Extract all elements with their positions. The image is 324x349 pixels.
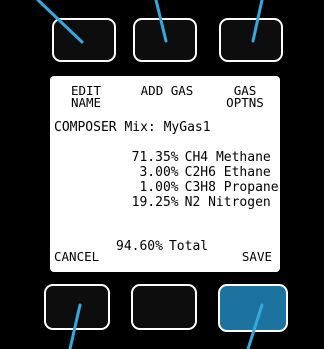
softkey-cancel[interactable]: CANCEL bbox=[54, 250, 99, 264]
component-name: Nitrogen bbox=[208, 195, 271, 210]
bottom-left-hardware-button[interactable] bbox=[44, 284, 110, 330]
component-percent: 19.25% bbox=[131, 195, 179, 210]
softkey-add-gas[interactable]: ADD GAS bbox=[132, 84, 202, 97]
device-panel: EDIT NAME ADD GAS GAS OPTNS COMPOSER Mix… bbox=[0, 0, 324, 349]
bottom-middle-hardware-button[interactable] bbox=[131, 284, 197, 330]
softkey-edit-name[interactable]: EDIT NAME bbox=[54, 84, 118, 109]
component-formula: N2 bbox=[184, 195, 201, 210]
total-percent: 94.60% bbox=[116, 239, 163, 254]
lcd-screen: EDIT NAME ADD GAS GAS OPTNS COMPOSER Mix… bbox=[50, 76, 280, 272]
softkey-gas-options[interactable]: GAS OPTNS bbox=[214, 84, 276, 109]
top-left-hardware-button[interactable] bbox=[52, 18, 116, 62]
mix-name: Mix: MyGas1 bbox=[124, 120, 211, 135]
component-row[interactable]: 19.25% N2 Nitrogen bbox=[54, 182, 271, 224]
bottom-right-hardware-button[interactable] bbox=[218, 284, 288, 332]
mode-label: COMPOSER bbox=[54, 120, 117, 135]
top-middle-hardware-button[interactable] bbox=[133, 18, 197, 62]
top-right-hardware-button[interactable] bbox=[219, 18, 283, 62]
softkey-save[interactable]: SAVE bbox=[242, 250, 272, 264]
mix-header: COMPOSER Mix: MyGas1 bbox=[54, 121, 211, 135]
total-label: Total bbox=[168, 239, 209, 254]
composer-block: COMPOSER Mix: MyGas1 71.35% CH4 Methane 3… bbox=[54, 121, 279, 233]
